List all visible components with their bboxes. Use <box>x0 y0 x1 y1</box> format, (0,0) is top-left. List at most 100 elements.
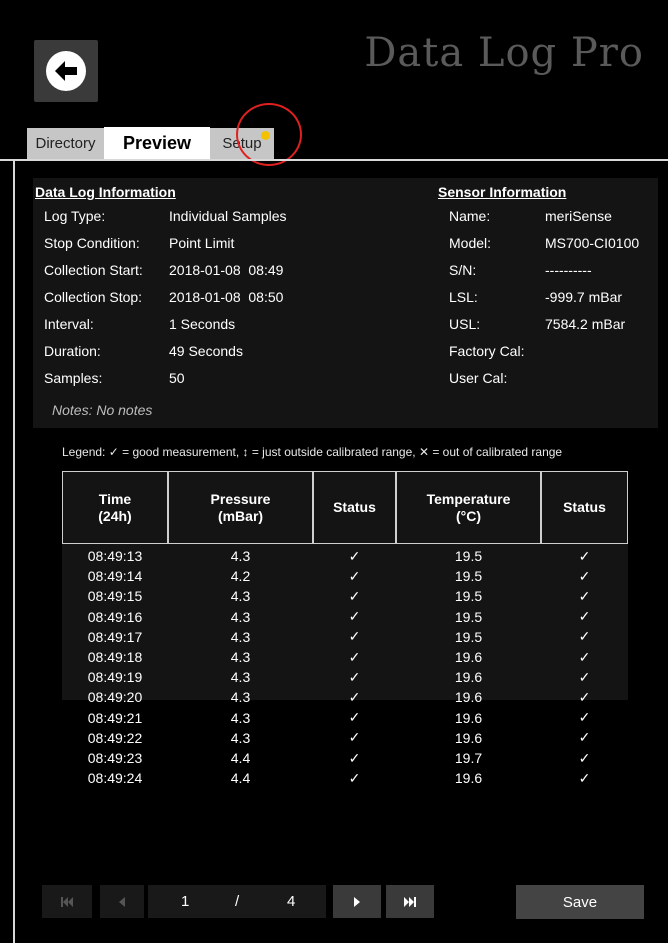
last-page-button[interactable] <box>386 885 434 918</box>
sensor-sn-value: ---------- <box>545 262 592 278</box>
cell-temperature-status: ✓ <box>578 769 591 786</box>
cell-temperature-status: ✓ <box>578 729 591 746</box>
interval-value: 1 Seconds <box>169 316 236 332</box>
table-row: 08:49:15 4.3 ✓ 19.5 ✓ <box>62 586 628 606</box>
cell-pressure-status: ✓ <box>348 688 361 705</box>
cell-temperature-status: ✓ <box>578 608 591 625</box>
cell-temperature-status: ✓ <box>578 648 591 665</box>
samples-value: 50 <box>169 370 185 386</box>
collection-stop-label: Collection Stop: <box>44 289 143 305</box>
log-info-heading: Data Log Information <box>35 184 176 200</box>
table-row: 08:49:22 4.3 ✓ 19.6 ✓ <box>62 728 628 748</box>
legend-text: Legend: ✓ = good measurement, ↕ = just o… <box>62 445 563 459</box>
table-row: 08:49:20 4.3 ✓ 19.6 ✓ <box>62 687 628 707</box>
cell-time: 08:49:21 <box>87 709 143 726</box>
skip-last-icon <box>404 896 416 907</box>
table-row: 08:49:13 4.3 ✓ 19.5 ✓ <box>62 546 628 566</box>
cell-time: 08:49:17 <box>87 628 143 645</box>
sensor-lsl-label: LSL: <box>449 289 478 305</box>
cell-temperature: 19.5 <box>454 548 483 564</box>
cell-time: 08:49:18 <box>87 649 143 665</box>
cell-pressure: 4.4 <box>230 750 251 766</box>
cell-temperature: 19.5 <box>454 588 483 605</box>
cell-temperature-status: ✓ <box>578 688 591 705</box>
stop-condition-label: Stop Condition: <box>44 235 140 251</box>
cell-temperature: 19.6 <box>454 709 483 726</box>
table-row: 08:49:23 4.4 ✓ 19.7 ✓ <box>62 748 628 768</box>
sensor-name-value: meriSense <box>545 208 612 224</box>
sensor-model-label: Model: <box>449 235 492 251</box>
tab-directory[interactable]: Directory <box>27 128 104 159</box>
cell-time: 08:49:16 <box>87 608 143 625</box>
cell-pressure-status: ✓ <box>348 567 361 584</box>
back-button[interactable] <box>34 40 98 102</box>
first-page-button[interactable] <box>42 885 92 918</box>
user-cal-label: User Cal: <box>449 370 508 386</box>
cell-time: 08:49:23 <box>87 750 143 766</box>
app-title: Data Log Pro <box>364 30 644 76</box>
cell-pressure: 4.4 <box>230 770 251 787</box>
cell-pressure: 4.3 <box>230 689 251 706</box>
sensor-name-label: Name: <box>449 208 491 224</box>
cell-pressure: 4.3 <box>230 669 251 686</box>
cell-temperature-status: ✓ <box>578 567 591 584</box>
cell-pressure-status: ✓ <box>348 668 361 685</box>
cell-time: 08:49:24 <box>87 770 143 787</box>
cell-temperature: 19.5 <box>454 608 483 625</box>
previous-page-button[interactable] <box>100 885 144 918</box>
cell-temperature: 19.5 <box>454 628 483 645</box>
table-row: 08:49:17 4.3 ✓ 19.5 ✓ <box>62 627 628 647</box>
cell-time: 08:49:13 <box>87 548 143 564</box>
header-time: Time (24h) <box>62 471 168 544</box>
cell-temperature: 19.6 <box>454 729 483 746</box>
factory-cal-label: Factory Cal: <box>449 343 525 359</box>
cell-pressure: 4.3 <box>230 709 251 726</box>
sensor-info-heading: Sensor Information <box>438 184 567 200</box>
cell-temperature-status: ✓ <box>578 668 591 685</box>
collection-stop-value: 2018-01-08 08:50 <box>169 289 284 305</box>
log-type-label: Log Type: <box>44 208 106 224</box>
header-temperature: Temperature (°C) <box>396 471 541 544</box>
table-header: Time (24h) Pressure (mBar) Status Temper… <box>62 471 628 544</box>
table-row: 08:49:19 4.3 ✓ 19.6 ✓ <box>62 667 628 687</box>
interval-label: Interval: <box>44 316 94 332</box>
save-button[interactable]: Save <box>516 885 644 919</box>
next-page-button[interactable] <box>333 885 381 918</box>
cell-temperature: 19.6 <box>454 770 483 787</box>
table-row: 08:49:24 4.4 ✓ 19.6 ✓ <box>62 768 628 788</box>
cell-temperature: 19.6 <box>454 669 483 686</box>
cell-time: 08:49:22 <box>87 729 143 746</box>
notes-text: Notes: No notes <box>52 402 153 418</box>
cell-pressure: 4.3 <box>230 608 251 625</box>
cell-pressure: 4.3 <box>230 588 251 605</box>
sensor-usl-value: 7584.2 mBar <box>545 316 626 332</box>
total-pages: 4 <box>287 893 296 910</box>
cell-time: 08:49:20 <box>87 689 143 706</box>
cell-pressure-status: ✓ <box>348 608 361 625</box>
table-row: 08:49:21 4.3 ✓ 19.6 ✓ <box>62 708 628 728</box>
cell-pressure-status: ✓ <box>348 648 361 665</box>
cell-pressure-status: ✓ <box>348 709 361 726</box>
cell-time: 08:49:15 <box>87 588 143 605</box>
cell-pressure: 4.3 <box>230 649 251 665</box>
skip-first-icon <box>61 896 73 907</box>
cell-time: 08:49:14 <box>87 568 143 585</box>
page-separator: / <box>235 893 240 910</box>
cell-pressure-status: ✓ <box>348 729 361 746</box>
tab-preview[interactable]: Preview <box>104 127 210 160</box>
cell-time: 08:49:19 <box>87 669 143 686</box>
collection-start-value: 2018-01-08 08:49 <box>169 262 284 278</box>
sensor-usl-label: USL: <box>449 316 481 332</box>
table-row: 08:49:16 4.3 ✓ 19.5 ✓ <box>62 607 628 627</box>
sensor-sn-label: S/N: <box>449 262 477 278</box>
collection-start-label: Collection Start: <box>44 262 143 278</box>
cell-pressure: 4.3 <box>230 548 251 564</box>
cell-pressure-status: ✓ <box>348 547 361 564</box>
cell-temperature-status: ✓ <box>578 749 591 766</box>
cell-temperature: 19.7 <box>454 750 483 766</box>
duration-value: 49 Seconds <box>169 343 243 359</box>
cell-pressure-status: ✓ <box>348 628 361 645</box>
cell-pressure: 4.2 <box>230 568 251 585</box>
highlight-circle <box>236 103 302 166</box>
table-row: 08:49:18 4.3 ✓ 19.6 ✓ <box>62 647 628 667</box>
